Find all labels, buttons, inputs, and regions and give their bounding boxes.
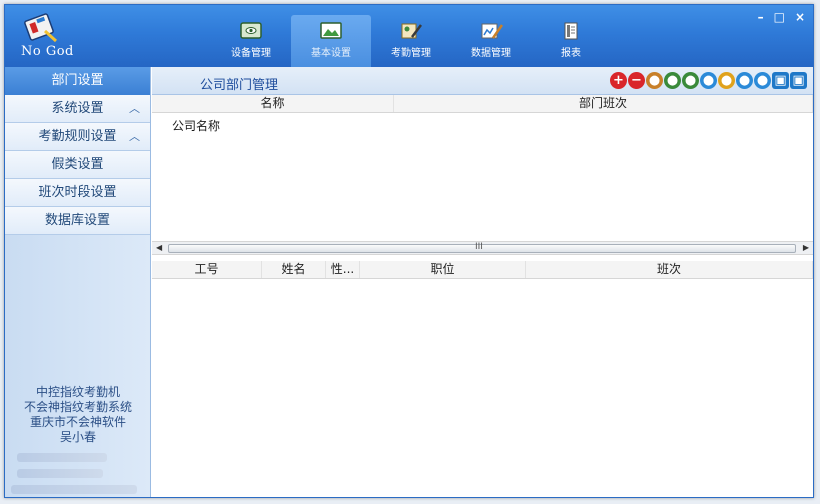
column-header-employee-id[interactable]: 工号 xyxy=(152,261,262,278)
sidebar-item-attendance-rules[interactable]: 考勤规则设置 ︿ xyxy=(5,123,150,151)
nav-label: 数据管理 xyxy=(471,48,511,59)
close-button[interactable]: × xyxy=(795,11,805,23)
table-cell-name: 公司名称 xyxy=(172,119,221,133)
blurred-contact-line xyxy=(17,469,103,478)
main-nav: 设备管理 基本设置 考勤管理 数据管理 报表 xyxy=(211,15,611,67)
sidebar-item-system-settings[interactable]: 系统设置 ︿ xyxy=(5,95,150,123)
nav-attendance-management[interactable]: 考勤管理 xyxy=(371,15,451,67)
department-grid-header: 名称 部门班次 xyxy=(152,95,813,113)
nav-label: 报表 xyxy=(561,48,581,59)
employee-grid: 工号 姓名 性... 职位 班次 xyxy=(152,261,813,279)
action-toolbar: + − ● ● ● ● ● ● ● ▣ ▣ xyxy=(610,72,807,89)
sidebar-item-leave-types[interactable]: 假类设置 xyxy=(5,151,150,179)
report-icon xyxy=(564,22,578,40)
sidebar-item-label: 假类设置 xyxy=(51,157,104,172)
scrollbar-thumb[interactable]: III xyxy=(168,242,796,253)
info-line: 中控指纹考勤机 xyxy=(35,385,120,399)
export-icon[interactable]: ▣ xyxy=(790,72,807,89)
user-move-icon[interactable]: ● xyxy=(736,72,753,89)
sidebar-header-department-settings[interactable]: 部门设置 xyxy=(5,67,150,95)
chevron-up-icon: ︿ xyxy=(129,130,140,143)
nav-reports[interactable]: 报表 xyxy=(531,15,611,67)
scroll-left-icon[interactable]: ◀ xyxy=(156,243,162,252)
info-line: 吴小春 xyxy=(59,430,96,444)
sidebar-item-database-settings[interactable]: 数据库设置 xyxy=(5,207,150,235)
column-header-shift[interactable]: 班次 xyxy=(526,261,813,278)
column-header-position[interactable]: 职位 xyxy=(360,261,526,278)
import-icon[interactable]: ▣ xyxy=(772,72,789,89)
chevron-up-icon: ︿ xyxy=(129,102,140,115)
nav-label: 基本设置 xyxy=(311,48,351,59)
sidebar-item-label: 系统设置 xyxy=(51,101,104,116)
horizontal-scrollbar[interactable]: ◀ III ▶ xyxy=(152,241,813,255)
info-line: 不会神指纹考勤系统 xyxy=(23,400,132,414)
nav-device-management[interactable]: 设备管理 xyxy=(211,15,291,67)
app-window: No God 设备管理 基本设置 考勤管理 数据管理 报表 – □ × 部门设置… xyxy=(4,4,814,498)
column-header-name[interactable]: 名称 xyxy=(152,95,394,112)
maximize-button[interactable]: □ xyxy=(774,11,785,23)
sidebar-item-label: 考勤规则设置 xyxy=(38,129,117,144)
table-row[interactable]: 公司名称 xyxy=(172,117,220,134)
column-header-name[interactable]: 姓名 xyxy=(262,261,326,278)
sidebar-item-shift-periods[interactable]: 班次时段设置 xyxy=(5,179,150,207)
sidebar-info: 中控指纹考勤机 不会神指纹考勤系统 重庆市不会神软件 吴小春 xyxy=(5,385,151,445)
attendance-icon xyxy=(401,23,422,39)
user-edit-icon[interactable]: ● xyxy=(718,72,735,89)
window-controls: – □ × xyxy=(758,11,805,23)
logo-art-icon xyxy=(24,13,58,43)
logo-text: No God xyxy=(21,44,74,59)
nav-label: 考勤管理 xyxy=(391,48,431,59)
data-edit-icon xyxy=(481,23,504,39)
scroll-grip: III xyxy=(475,242,483,252)
add-icon[interactable]: + xyxy=(610,72,627,89)
minimize-button[interactable]: – xyxy=(758,11,764,23)
top-toolbar: No God 设备管理 基本设置 考勤管理 数据管理 报表 – □ × xyxy=(5,5,813,67)
user-sync-icon[interactable]: ● xyxy=(754,72,771,89)
section-header: 公司部门管理 + − ● ● ● ● ● ● ● ▣ ▣ xyxy=(152,67,813,95)
sidebar: 部门设置 系统设置 ︿ 考勤规则设置 ︿ 假类设置 班次时段设置 数据库设置 中… xyxy=(5,67,151,497)
blurred-contact-line xyxy=(11,485,137,494)
sidebar-item-label: 数据库设置 xyxy=(44,213,110,228)
user-group-icon[interactable]: ● xyxy=(700,72,717,89)
employee-grid-header: 工号 姓名 性... 职位 班次 xyxy=(152,261,813,279)
column-header-dept-shift[interactable]: 部门班次 xyxy=(394,95,813,112)
blurred-contact-line xyxy=(17,453,107,462)
user-tool-icon[interactable]: ● xyxy=(646,72,663,89)
app-logo: No God xyxy=(17,11,77,63)
sidebar-item-label: 班次时段设置 xyxy=(38,185,117,200)
nav-data-management[interactable]: 数据管理 xyxy=(451,15,531,67)
landscape-icon xyxy=(320,22,342,39)
scroll-right-icon[interactable]: ▶ xyxy=(803,243,809,252)
user-delete-icon[interactable]: ● xyxy=(664,72,681,89)
user-add-icon[interactable]: ● xyxy=(682,72,699,89)
nav-basic-settings[interactable]: 基本设置 xyxy=(291,15,371,67)
page-title: 公司部门管理 xyxy=(200,78,279,93)
nav-label: 设备管理 xyxy=(231,48,271,59)
device-icon xyxy=(240,22,262,39)
column-header-gender[interactable]: 性... xyxy=(326,261,360,278)
remove-icon[interactable]: − xyxy=(628,72,645,89)
main-panel: 公司部门管理 + − ● ● ● ● ● ● ● ▣ ▣ 名称 部门班次 公司名… xyxy=(152,67,813,497)
info-line: 重庆市不会神软件 xyxy=(29,415,126,429)
